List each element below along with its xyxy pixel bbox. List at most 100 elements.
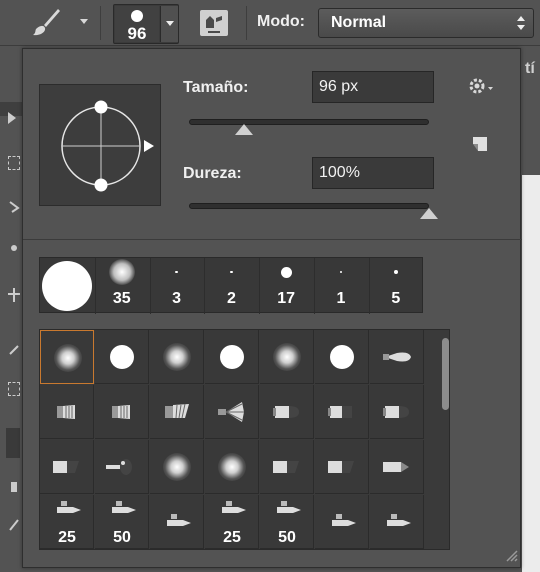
hard-round-brush-icon — [110, 345, 134, 369]
history-brush-icon[interactable] — [8, 518, 20, 532]
resize-grip-icon[interactable] — [501, 545, 519, 563]
brush-preset-cell[interactable]: 25 — [205, 495, 259, 549]
brush-size-label: 17 — [277, 290, 296, 307]
size-input[interactable]: 96 px — [312, 71, 434, 103]
quick-select-icon[interactable] — [8, 242, 20, 256]
brush-preset-cell[interactable]: 50 — [260, 495, 314, 549]
hard-round-brush-icon — [330, 345, 354, 369]
recent-brush-item[interactable]: 2 — [204, 258, 258, 314]
soft-round-brush-icon — [163, 453, 191, 481]
brush-preset-panel: Tamaño: 96 px Dureza: 100% 35 3 2 17 1 5 50 25… — [22, 48, 522, 568]
brush-preset-cell[interactable] — [315, 330, 369, 384]
brush-preset-cell[interactable] — [260, 330, 314, 384]
move-tool-icon[interactable] — [8, 112, 16, 124]
grid-scroll-thumb[interactable] — [442, 338, 449, 410]
stamp-tool-icon[interactable] — [8, 480, 20, 494]
brush-preset-cell[interactable] — [315, 385, 369, 439]
brush-tip-icon — [175, 270, 178, 274]
brush-preset-cell[interactable] — [205, 440, 259, 494]
angle-brush-icon — [273, 461, 299, 473]
size-slider[interactable] — [189, 119, 429, 125]
blunt-brush-icon — [106, 459, 132, 475]
brush-size-label: 3 — [172, 290, 182, 307]
brush-preset-cell[interactable] — [95, 385, 149, 439]
brush-preset-cell[interactable] — [205, 330, 259, 384]
soft-round-brush-icon — [54, 344, 82, 372]
bristle-a-brush-icon — [57, 405, 75, 419]
brush-preset-cell[interactable] — [40, 440, 94, 494]
recent-brush-item[interactable]: 17 — [259, 258, 313, 314]
angle-brush-icon — [53, 461, 79, 473]
hardness-label: Dureza: — [183, 165, 242, 182]
hardness-input[interactable]: 100% — [312, 157, 434, 189]
brush-size-label: 1 — [336, 290, 346, 307]
brush-preset-cell[interactable] — [370, 495, 424, 549]
mode-select[interactable]: Normal — [318, 8, 534, 38]
brush-preset-cell[interactable] — [260, 440, 314, 494]
brush-preset-cell[interactable] — [315, 495, 369, 549]
brush-preset-preview[interactable]: 96 — [115, 6, 159, 43]
recent-brushes: 35 3 2 17 1 5 — [39, 257, 423, 314]
crop-tool-icon[interactable] — [8, 288, 20, 302]
brush-size-label: 5 — [391, 290, 401, 307]
brush-preset-cell[interactable] — [40, 385, 94, 439]
separator — [314, 258, 315, 314]
separator — [149, 258, 151, 314]
brush-preset-cell[interactable] — [150, 330, 204, 384]
recent-brush-item[interactable]: 5 — [369, 258, 423, 314]
brush-dot-icon — [131, 10, 143, 22]
brush-tip-icon — [42, 261, 92, 311]
brush-preset-cell[interactable] — [370, 330, 424, 384]
brush-preset-cell[interactable] — [260, 385, 314, 439]
brush-preset-cell[interactable]: 25 — [40, 495, 94, 549]
brush-size-label: 35 — [112, 290, 131, 307]
brush-size-label: 50 — [113, 529, 131, 546]
recent-brush-item[interactable]: 3 — [150, 258, 204, 314]
brush-preset-cell[interactable] — [315, 440, 369, 494]
hardness-slider[interactable] — [189, 203, 429, 209]
document-tab-fragment: tí — [525, 60, 535, 77]
brush-preset-picker[interactable]: 96 — [113, 4, 179, 44]
gear-icon[interactable] — [467, 75, 497, 97]
eyedropper-tool-icon[interactable] — [8, 342, 20, 356]
brush-preset-cell[interactable] — [370, 385, 424, 439]
hard-round-brush-icon — [220, 345, 244, 369]
pen-brush-icon — [57, 501, 81, 513]
marquee-tool-icon[interactable] — [8, 156, 20, 170]
brush-preset-cell[interactable] — [150, 385, 204, 439]
brush-tool-active-icon[interactable] — [6, 428, 20, 458]
brush-preset-cell[interactable] — [40, 330, 94, 384]
separator — [204, 258, 206, 314]
size-slider-thumb[interactable] — [235, 124, 254, 135]
brush-preset-cell[interactable]: 50 — [95, 495, 149, 549]
brush-preset-cell[interactable] — [150, 440, 204, 494]
tool-preset-chevron-icon[interactable] — [80, 19, 88, 24]
separator — [246, 6, 247, 40]
grid-scrollbar[interactable] — [440, 330, 449, 549]
brush-preset-cell[interactable] — [95, 440, 149, 494]
options-bar: 96 Modo: Normal — [0, 0, 540, 46]
recent-brush-item[interactable] — [40, 258, 94, 314]
new-preset-icon[interactable] — [471, 135, 489, 153]
separator — [100, 6, 101, 40]
brush-preset-cell[interactable] — [205, 385, 259, 439]
hardness-slider-thumb[interactable] — [420, 208, 438, 219]
brush-preset-cell[interactable] — [150, 495, 204, 549]
brush-preset-cell[interactable] — [95, 330, 149, 384]
brush-tip-icon — [339, 270, 343, 274]
size-label: Tamaño: — [183, 79, 249, 96]
lasso-tool-icon[interactable] — [8, 200, 20, 214]
recent-brush-item[interactable]: 1 — [314, 258, 368, 314]
chevron-down-icon — [166, 21, 174, 26]
brush-tool-icon[interactable] — [30, 7, 64, 39]
brush-tip-preview[interactable] — [39, 84, 161, 206]
panel-divider — [23, 239, 522, 240]
recent-brush-item[interactable]: 35 — [95, 258, 149, 314]
brush-tip-icon — [280, 266, 292, 278]
airbrush-icon[interactable] — [198, 8, 230, 38]
brush-preset-dropdown[interactable] — [160, 6, 178, 42]
separator — [94, 258, 96, 314]
brush-preset-cell[interactable] — [370, 440, 424, 494]
healing-tool-icon[interactable] — [8, 382, 20, 396]
pen-brush-icon — [222, 501, 246, 513]
